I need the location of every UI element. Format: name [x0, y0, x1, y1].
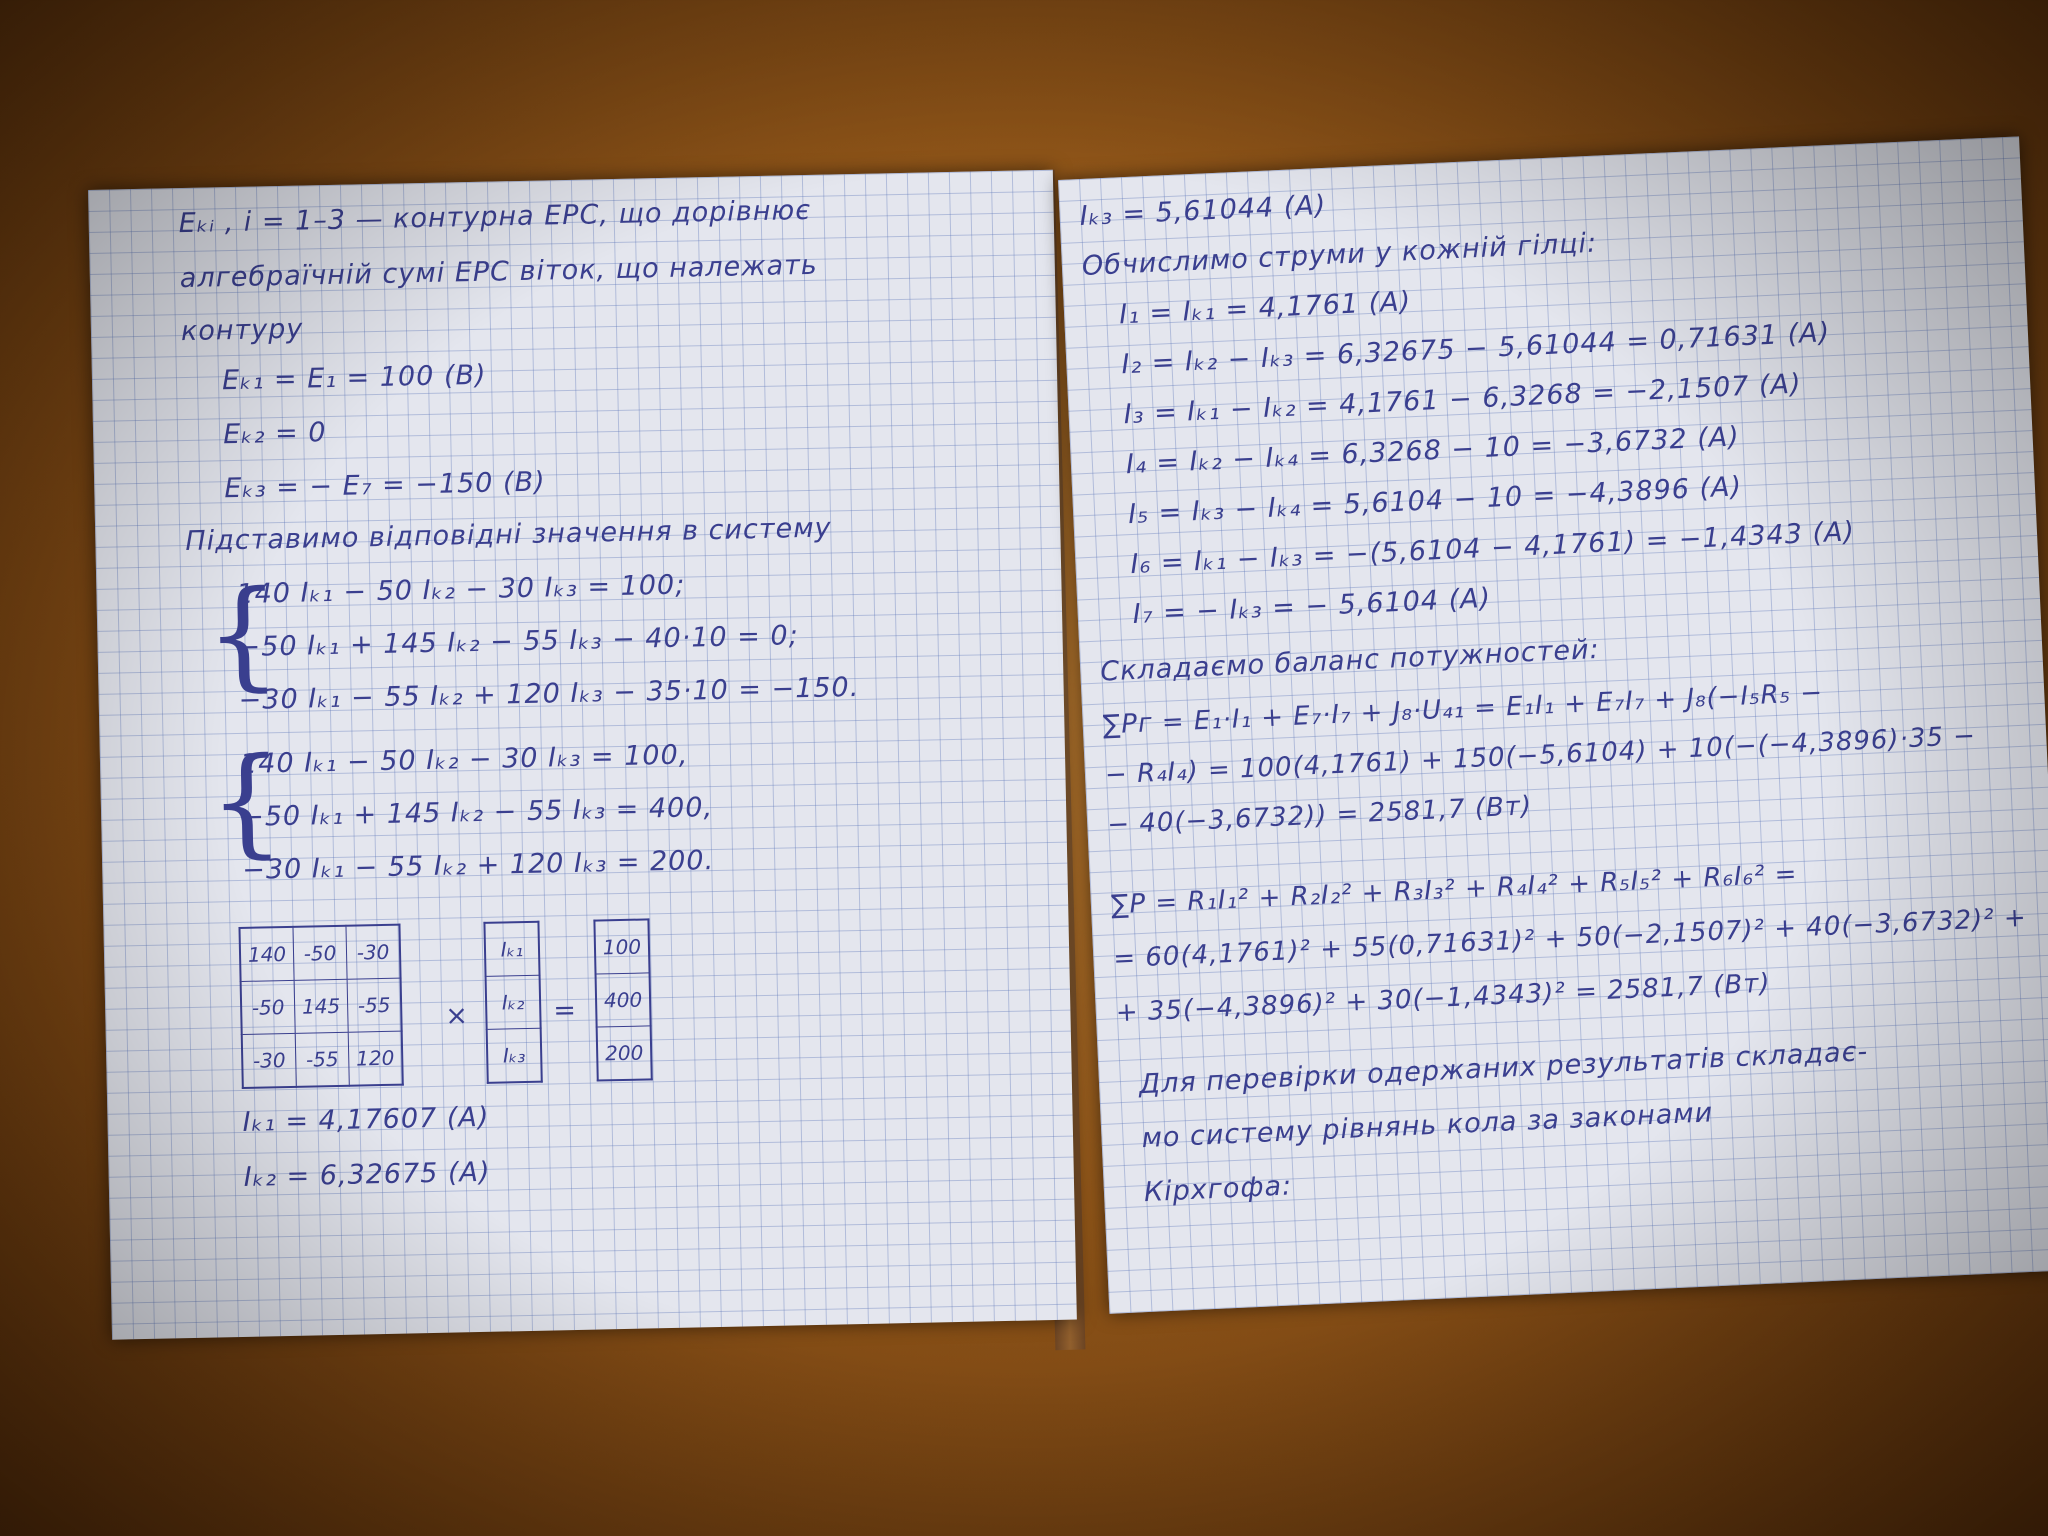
vector-cell: 200: [596, 1025, 652, 1081]
right-line-10: Складаємо баланс потужностей:: [1099, 633, 1601, 688]
left-line-6: Eₖ₃ = − E₇ = −150 (B): [223, 466, 546, 505]
matrix-cell: -50: [292, 925, 348, 981]
right-notebook-page: Iₖ₃ = 5,61044 (A) Обчислимо струми у кож…: [1058, 136, 2048, 1314]
right-line-19: Кірхгофа:: [1143, 1170, 1293, 1209]
right-line-3: I₁ = Iₖ₁ = 4,1761 (A): [1118, 286, 1412, 331]
left-line-3: контуру: [180, 313, 304, 348]
right-line-18: мо систему рівнянь кола за законами: [1140, 1097, 1714, 1155]
left-line-5: Eₖ₂ = 0: [222, 417, 327, 451]
system2-eq-1: 140 Iₖ₁ − 50 Iₖ₂ − 30 Iₖ₃ = 100,: [239, 739, 689, 780]
system1-eq-2: −50 Iₖ₁ + 145 Iₖ₂ − 55 Iₖ₃ − 40·10 = 0;: [237, 620, 800, 663]
rhs-vector: 100 400 200: [593, 918, 653, 1082]
matrix-cell: -55: [347, 978, 402, 1033]
left-notebook-page: Eₖᵢ , i = 1–3 — контурна ЕРС, що дорівню…: [88, 169, 1077, 1340]
right-line-9: I₇ = − Iₖ₃ = − 5,6104 (A): [1132, 582, 1492, 631]
right-line-13: − 40(−3,6732)) = 2581,7 (Вт): [1106, 791, 1533, 841]
coefficient-matrix: 140 -50 -30 -50 145 -55 -30 -55 120: [238, 923, 404, 1089]
system2-eq-3: −30 Iₖ₁ − 55 Iₖ₂ + 120 Iₖ₃ = 200.: [241, 845, 715, 886]
matrix-cell: -50: [240, 980, 296, 1035]
vector-cell: 400: [595, 972, 651, 1028]
system1-eq-1: 140 Iₖ₁ − 50 Iₖ₂ − 30 Iₖ₃ = 100;: [236, 569, 686, 610]
left-line-1: Eₖᵢ , i = 1–3 — контурна ЕРС, що дорівню…: [178, 194, 812, 240]
right-line-17: Для перевірки одержаних результатів скла…: [1138, 1036, 1869, 1101]
matrix-cell: 140: [239, 926, 295, 982]
right-line-14: ∑P = R₁I₁² + R₂I₂² + R₃I₃² + R₄I₄² + R₅I…: [1110, 859, 1799, 921]
vector-cell: Iₖ₃: [486, 1028, 542, 1083]
times-sign: ×: [445, 1000, 470, 1032]
matrix-cell: -30: [241, 1033, 297, 1088]
unknown-vector: Iₖ₁ Iₖ₂ Iₖ₃: [483, 920, 543, 1084]
result-ik1: Iₖ₁ = 4,17607 (A): [242, 1101, 490, 1138]
result-ik2: Iₖ₂ = 6,32675 (A): [243, 1156, 491, 1193]
left-line-7: Підставимо відповідні значення в систему: [185, 512, 832, 558]
system1-eq-3: −30 Iₖ₁ − 55 Iₖ₂ + 120 Iₖ₃ − 35·10 = −15…: [238, 671, 860, 716]
right-line-5: I₃ = Iₖ₁ − Iₖ₂ = 4,1761 − 6,3268 = −2,15…: [1123, 368, 1803, 431]
system2-eq-2: −50 Iₖ₁ + 145 Iₖ₂ − 55 Iₖ₃ = 400,: [240, 792, 714, 833]
matrix-cell: -55: [295, 1032, 350, 1087]
right-line-6: I₄ = Iₖ₂ − Iₖ₄ = 6,3268 − 10 = −3,6732 (…: [1125, 421, 1741, 481]
right-line-1: Iₖ₃ = 5,61044 (A): [1078, 189, 1327, 233]
vector-cell: Iₖ₁: [484, 921, 540, 977]
right-line-2: Обчислимо струми у кожній гілці:: [1081, 227, 1598, 282]
vector-cell: 100: [594, 919, 650, 975]
left-line-2: алгебраїчній сумі ЕРС віток, що належать: [179, 249, 819, 295]
right-line-7: I₅ = Iₖ₃ − Iₖ₄ = 5,6104 − 10 = −4,3896 (…: [1127, 471, 1743, 531]
matrix-cell: 120: [348, 1031, 403, 1086]
equals-sign: =: [552, 994, 578, 1027]
right-line-11: ∑Pг = E₁·I₁ + E₇·I₇ + J₈·U₄₁ = E₁I₁ + E₇…: [1102, 677, 1824, 741]
left-line-4: Eₖ₁ = E₁ = 100 (B): [221, 359, 487, 397]
right-line-16: + 35(−4,3896)² + 30(−1,4343)² = 2581,7 (…: [1115, 968, 1772, 1029]
matrix-cell: -30: [345, 924, 401, 980]
right-line-8: I₆ = Iₖ₁ − Iₖ₃ = −(5,6104 − 4,1761) = −1…: [1129, 516, 1856, 581]
matrix-cell: 145: [294, 979, 349, 1034]
vector-cell: Iₖ₂: [485, 975, 541, 1030]
right-line-4: I₂ = Iₖ₂ − Iₖ₃ = 6,32675 − 5,61044 = 0,7…: [1120, 317, 1831, 381]
